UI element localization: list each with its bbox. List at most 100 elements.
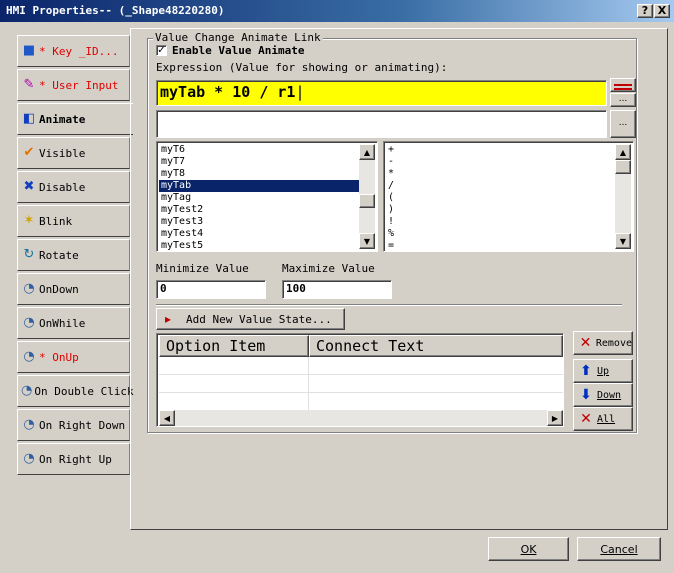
operator-item[interactable]: % [386, 228, 606, 240]
scroll-up-icon[interactable]: ▲ [359, 144, 375, 160]
second-browse-button[interactable]: ... [610, 110, 636, 138]
animate-icon: ◧ [22, 111, 36, 126]
variable-item[interactable]: myTab [159, 180, 359, 192]
tab-label: Rotate [39, 248, 79, 262]
scroll-right-icon[interactable]: ▶ [547, 410, 563, 426]
window-title: HMI Properties-- (_Shape48220280) [6, 4, 225, 17]
separator [156, 304, 622, 306]
tab-label: Visible [39, 146, 86, 160]
cube-icon: ■ [22, 43, 36, 58]
variables-list[interactable]: myT6 myT7 myT8 myTab myTag myTest2 myTest3 myTe… [156, 141, 378, 252]
cancel-button[interactable]: Cancel [577, 537, 661, 561]
help-button[interactable]: ? [637, 4, 653, 18]
tab-label: On Double Click [34, 384, 134, 398]
tab-5[interactable]: ✶ Blink [17, 205, 130, 237]
add-value-state-button[interactable]: ▸ Add New Value State... [156, 308, 345, 330]
table-body [159, 357, 563, 410]
operator-item[interactable]: + [386, 144, 606, 156]
tab-7[interactable]: ◔ OnDown [17, 273, 130, 305]
value-state-table[interactable]: Option Item Connect Text ◀ ▶ [156, 333, 564, 427]
operator-item[interactable]: ( [386, 192, 606, 204]
variable-item[interactable]: myTest3 [159, 216, 359, 228]
operators-scrollbar[interactable]: ▲ ▼ [615, 144, 631, 249]
tab-label: Disable [39, 180, 86, 194]
variable-item[interactable]: myTest4 [159, 228, 359, 240]
script-icon: ◔ [23, 417, 35, 432]
operator-item[interactable]: = [386, 240, 606, 251]
checkmark-icon: ✔ [23, 145, 35, 160]
scroll-down-icon[interactable]: ▼ [615, 233, 631, 249]
close-button[interactable]: X [654, 4, 670, 18]
tab-label: On Right Up [39, 452, 112, 466]
enable-checkbox[interactable]: ✓ [156, 45, 167, 56]
second-expression-input[interactable] [156, 110, 607, 138]
tab-4[interactable]: ✖ Disable [17, 171, 130, 203]
operators-list[interactable]: + - * /()!% = ▲ ▼ [383, 141, 634, 252]
tab-label: * User Input [39, 78, 119, 92]
tab-3[interactable]: ✔ Visible [17, 137, 130, 169]
column-header-option[interactable]: Option Item [159, 335, 309, 357]
scroll-left-icon[interactable]: ◀ [159, 410, 175, 426]
title-bar: HMI Properties-- (_Shape48220280) [0, 0, 674, 22]
variable-item[interactable]: myT8 [159, 168, 359, 180]
min-value-input[interactable]: 0 [156, 280, 266, 299]
up-arrow-icon: ⬆ [580, 363, 592, 379]
tab-label: OnWhile [39, 316, 86, 330]
remove-button[interactable]: ✕ Remove [573, 331, 633, 355]
expression-input[interactable]: myTab * 10 / r1| [156, 80, 607, 106]
operator-item[interactable]: - [386, 156, 606, 168]
clear-x-icon: ✕ [580, 411, 592, 427]
script-icon: ◔ [23, 281, 35, 296]
max-label: Maximize Value [282, 262, 375, 275]
tab-label: On Right Down [39, 418, 126, 432]
variable-item[interactable]: myT7 [159, 156, 359, 168]
tab-9[interactable]: ◔ * OnUp [17, 341, 130, 373]
rotate-icon: ↻ [23, 247, 35, 262]
star-icon: ✶ [23, 213, 35, 228]
variable-item[interactable]: myT6 [159, 144, 359, 156]
tab-11[interactable]: ◔ On Right Down [17, 409, 130, 441]
column-divider [308, 357, 309, 410]
operator-menu-button[interactable] [610, 78, 636, 92]
tab-6[interactable]: ↻ Rotate [17, 239, 130, 271]
scroll-thumb[interactable] [359, 194, 375, 208]
operator-item[interactable]: ) [386, 204, 606, 216]
script-icon: ◔ [23, 315, 35, 330]
variable-item[interactable]: myTest5 [159, 240, 359, 251]
tab-2[interactable]: ◧ Animate [17, 103, 133, 135]
variable-item[interactable]: myTest2 [159, 204, 359, 216]
scroll-thumb[interactable] [615, 160, 631, 174]
operator-item[interactable]: ! [386, 216, 606, 228]
tab-8[interactable]: ◔ OnWhile [17, 307, 130, 339]
variable-item[interactable]: myTag [159, 192, 359, 204]
all-button[interactable]: ✕ All [573, 407, 633, 431]
tab-label: Animate [39, 112, 86, 126]
add-state-icon: ▸ [164, 312, 172, 326]
up-button[interactable]: ⬆ Up [573, 359, 633, 383]
scroll-down-icon[interactable]: ▼ [359, 233, 375, 249]
column-header-connect[interactable]: Connect Text [309, 335, 563, 357]
max-value-input[interactable]: 100 [282, 280, 392, 299]
tab-10[interactable]: ◔ On Double Click [17, 375, 134, 407]
remove-x-icon: ✕ [579, 335, 592, 351]
operator-item[interactable]: / [386, 180, 606, 192]
table-hscrollbar[interactable]: ◀ ▶ [159, 410, 563, 426]
tab-1[interactable]: ✎ * User Input [17, 69, 130, 101]
ok-button[interactable]: OK [488, 537, 569, 561]
tab-0[interactable]: ■ * Key _ID... [17, 35, 130, 67]
down-arrow-icon: ⬇ [580, 387, 592, 403]
tab-label: Blink [39, 214, 73, 228]
operator-item[interactable]: * [386, 168, 606, 180]
script-icon: ◔ [21, 383, 33, 398]
scroll-up-icon[interactable]: ▲ [615, 144, 631, 160]
expression-label: Expression (Value for showing or animati… [156, 61, 448, 74]
tab-12[interactable]: ◔ On Right Up [17, 443, 130, 475]
min-label: Minimize Value [156, 262, 249, 275]
enable-label: Enable Value Animate [172, 44, 305, 57]
tab-label: OnDown [39, 282, 79, 296]
expression-browse-button[interactable]: ... [610, 93, 636, 107]
lines-icon [614, 84, 632, 86]
down-button[interactable]: ⬇ Down [573, 383, 633, 407]
cross-icon: ✖ [23, 179, 35, 194]
variables-scrollbar[interactable]: ▲ ▼ [359, 144, 375, 249]
